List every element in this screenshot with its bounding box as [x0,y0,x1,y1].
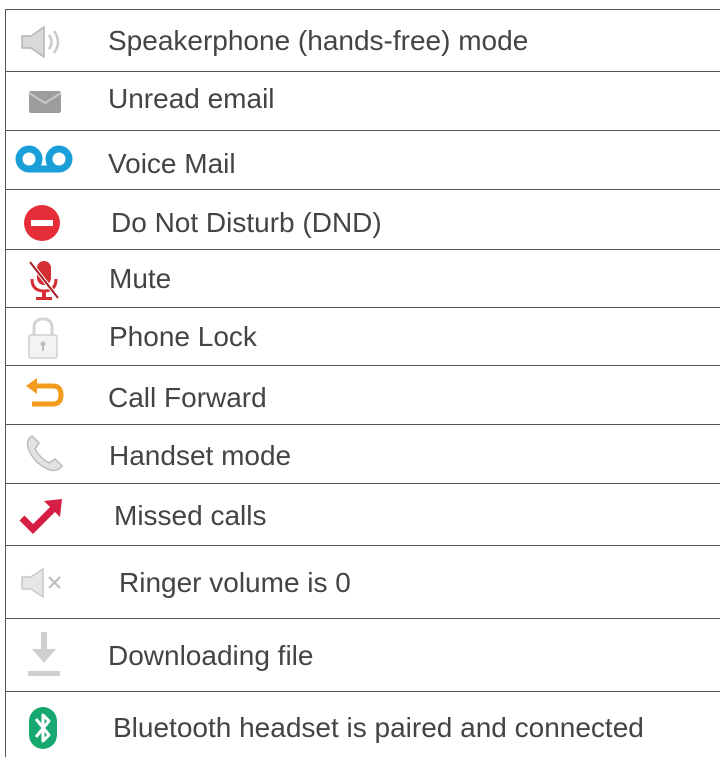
table-row: Ringer volume is 0 [5,546,720,619]
bluetooth-icon [29,707,57,749]
row-label: Bluetooth headset is paired and connecte… [113,712,644,743]
row-label: Do Not Disturb (DND) [111,207,382,238]
table-row: Bluetooth headset is paired and connecte… [5,692,720,757]
status-icon-table: Speakerphone (hands-free) mode Unread em… [5,9,720,757]
table-row: Voice Mail [5,131,720,190]
missed-call-arrow-icon [19,499,62,534]
table-row: Missed calls [5,484,720,546]
table-row: Unread email [5,72,720,131]
envelope-icon [28,91,62,113]
table-row: Do Not Disturb (DND) [5,190,720,250]
table-row: Call Forward [5,366,720,425]
forward-arrow-icon [26,378,64,407]
table-row: Downloading file [5,619,720,692]
speaker-muted-icon [21,567,61,599]
row-label: Downloading file [108,640,314,671]
padlock-icon [28,317,58,359]
table-row: Phone Lock [5,308,720,366]
table-row: Mute [5,250,720,308]
download-icon [28,632,60,676]
handset-icon [26,435,63,472]
row-label: Speakerphone (hands-free) mode [108,25,529,56]
row-label: Phone Lock [109,321,257,352]
row-label: Call Forward [108,382,267,413]
row-label: Ringer volume is 0 [119,567,351,598]
table-row: Speakerphone (hands-free) mode [5,10,720,72]
speaker-icon [21,25,60,59]
table-row: Handset mode [5,425,720,484]
dnd-icon [24,205,60,241]
row-label: Unread email [108,83,275,114]
row-label: Missed calls [114,500,267,531]
muted-microphone-icon [28,260,60,300]
row-label: Voice Mail [108,148,236,179]
voicemail-icon [15,145,73,173]
row-label: Mute [109,263,172,294]
row-label: Handset mode [109,440,292,471]
